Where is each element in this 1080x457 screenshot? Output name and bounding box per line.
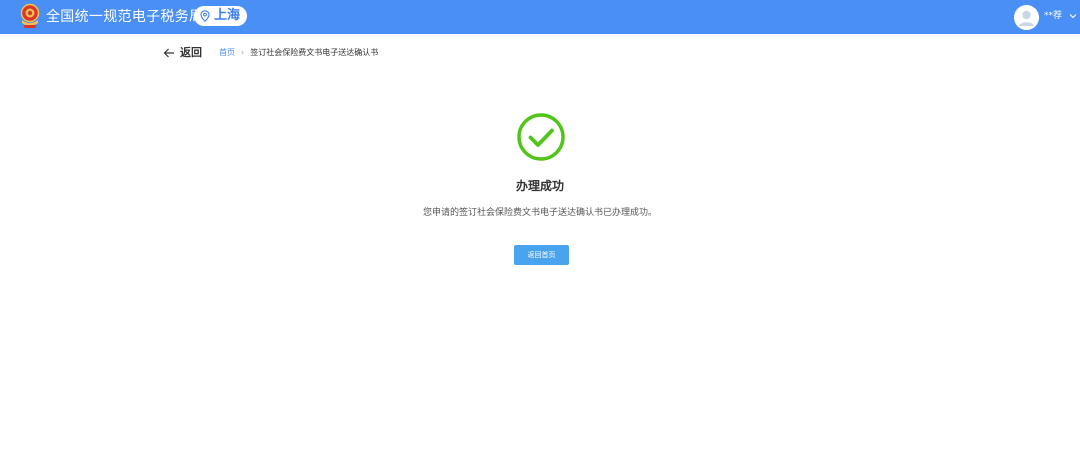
- return-home-button[interactable]: 返回首页: [514, 245, 569, 265]
- tax-emblem-icon[interactable]: [18, 3, 42, 30]
- user-name[interactable]: **荐: [1044, 10, 1062, 22]
- site-title: 全国统一规范电子税务局: [46, 9, 204, 25]
- back-button[interactable]: 返回: [163, 45, 202, 61]
- breadcrumb: 首页 › 签订社会保险费文书电子送达确认书: [219, 47, 378, 59]
- breadcrumb-separator: ›: [241, 48, 245, 57]
- arrow-left-icon: [163, 48, 174, 58]
- result-message: 您申请的签订社会保险费文书电子送达确认书已办理成功。: [422, 208, 657, 218]
- breadcrumb-home-link[interactable]: 首页: [219, 47, 235, 59]
- check-circle-icon: [517, 113, 565, 161]
- location-pin-icon: [200, 10, 210, 22]
- user-avatar-icon[interactable]: [1014, 5, 1039, 30]
- city-selector[interactable]: 上海: [194, 6, 247, 26]
- top-header: 全国统一规范电子税务局 上海 **荐: [0, 0, 1080, 34]
- chevron-down-icon[interactable]: [1069, 13, 1077, 19]
- city-name: 上海: [214, 8, 241, 23]
- breadcrumb-current: 签订社会保险费文书电子送达确认书: [250, 48, 379, 57]
- result-title: 办理成功: [515, 179, 564, 193]
- back-label: 返回: [180, 46, 202, 59]
